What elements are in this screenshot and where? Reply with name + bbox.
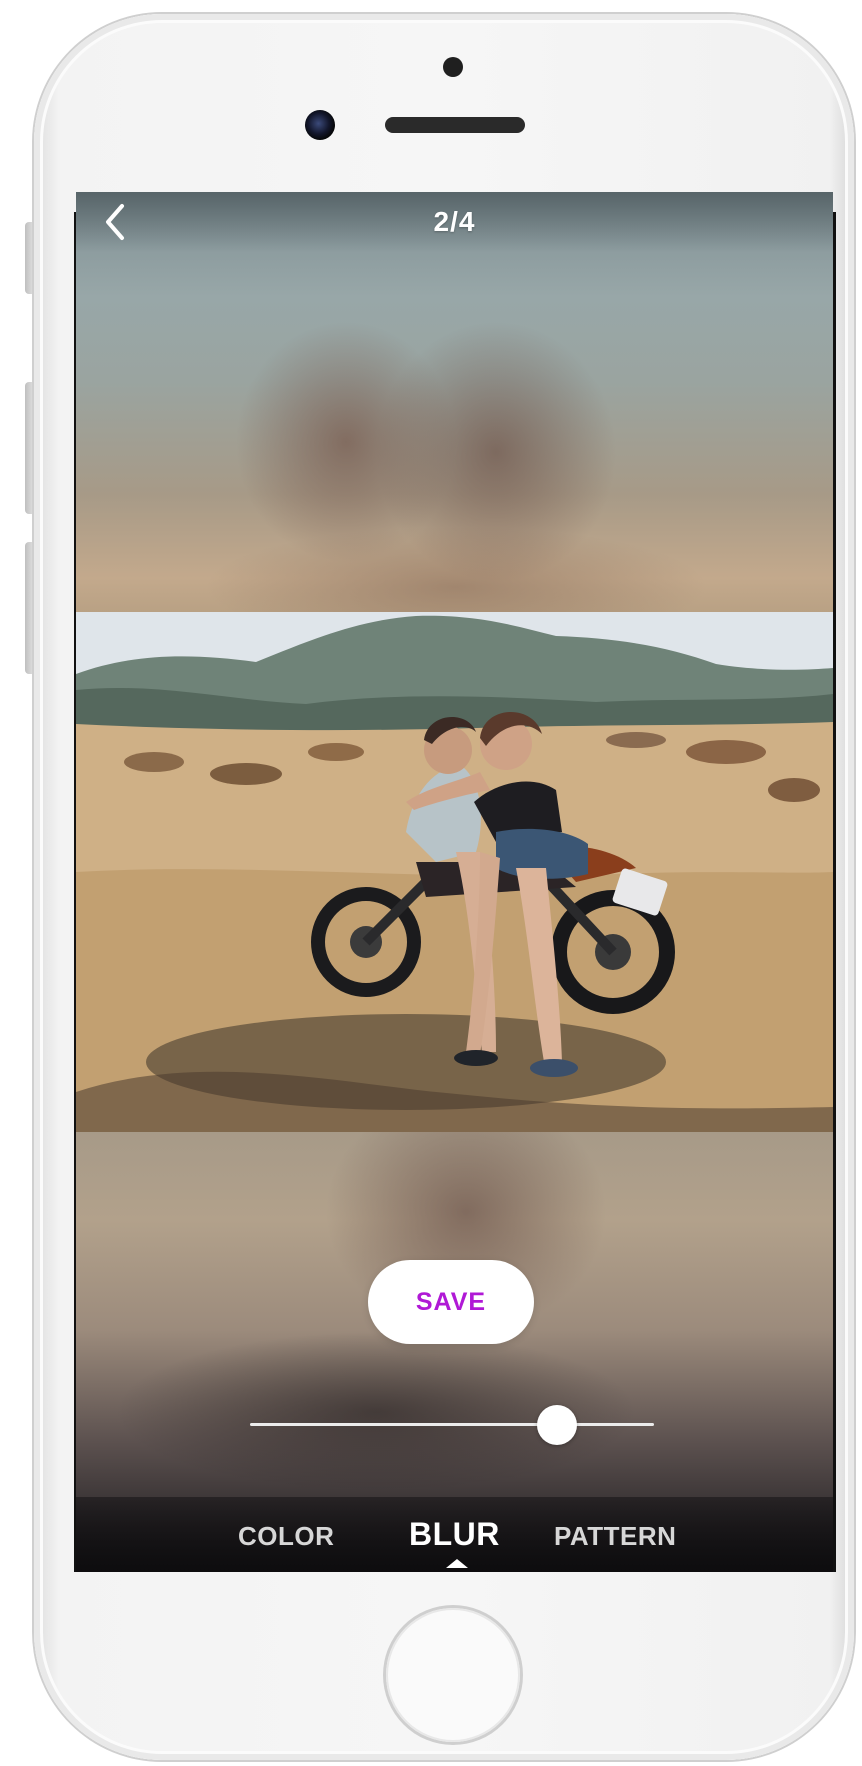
tab-color[interactable]: COLOR (238, 1521, 334, 1552)
earpiece-speaker (385, 117, 525, 133)
blurred-background-top (76, 192, 833, 612)
front-camera-icon (305, 110, 335, 140)
blur-slider[interactable] (250, 1405, 654, 1445)
photo-illustration (76, 612, 833, 1132)
page-indicator: 2/4 (433, 206, 476, 237)
tab-blur[interactable]: BLUR (409, 1516, 500, 1553)
app-screen: 2/4 SAVE COLOR BLUR PATTERN (76, 192, 833, 1572)
save-button[interactable]: SAVE (368, 1260, 534, 1344)
selected-tab-indicator (446, 1559, 468, 1568)
slider-thumb[interactable] (537, 1405, 578, 1445)
slider-track[interactable] (250, 1423, 654, 1426)
photo-preview (76, 612, 833, 1132)
proximity-sensor (443, 57, 463, 77)
app-preview: 2/4 SAVE COLOR BLUR PATTERN (0, 0, 862, 1766)
home-button[interactable] (386, 1608, 520, 1742)
tab-pattern[interactable]: PATTERN (554, 1521, 676, 1552)
